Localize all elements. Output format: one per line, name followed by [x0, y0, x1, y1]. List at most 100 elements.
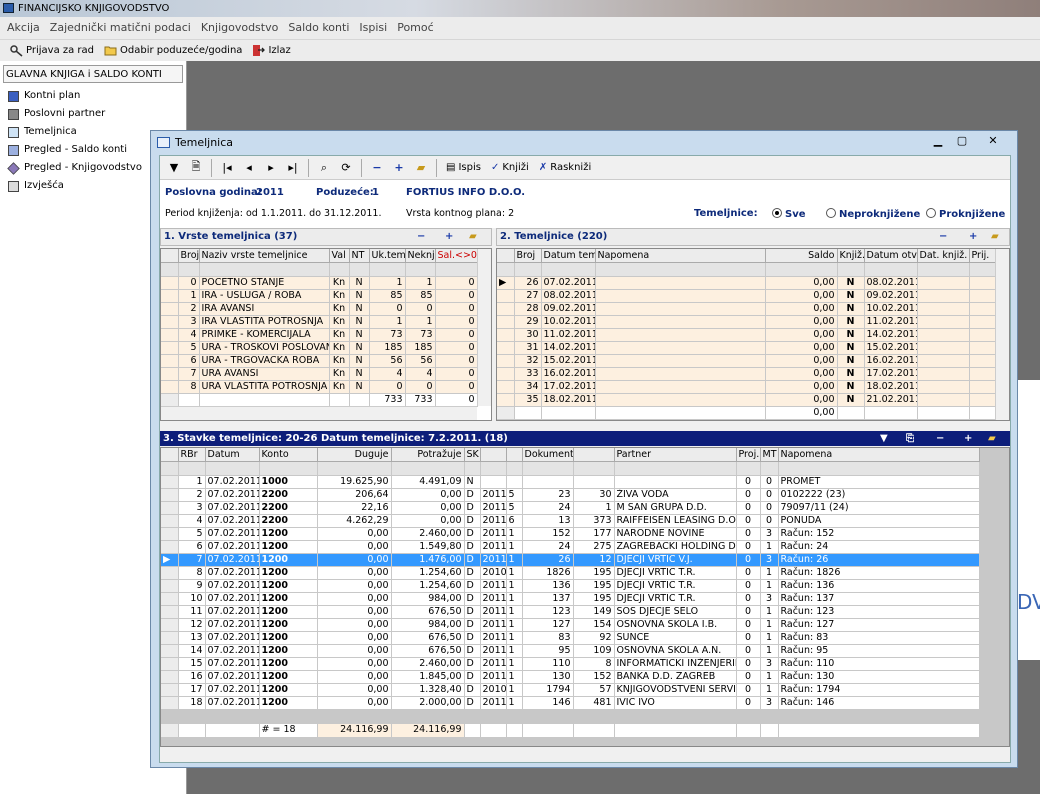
journals-vscroll[interactable]	[995, 249, 1009, 420]
col-header[interactable]: Datum otv.	[864, 249, 918, 263]
row-indicator[interactable]	[161, 488, 179, 502]
journals-row[interactable]: ▶2607.02.2011. 0,00N08.02.2011.	[497, 276, 996, 290]
row-indicator[interactable]	[161, 341, 179, 355]
col-header[interactable]: Neknj.	[405, 249, 436, 263]
filter-posted-radio[interactable]: Proknjižene	[926, 208, 1005, 220]
col-header[interactable]: Duguje	[317, 448, 392, 462]
dropdown-arrow-icon[interactable]: ▼	[164, 158, 184, 178]
col-header[interactable]: RBr	[178, 448, 206, 462]
row-indicator[interactable]	[497, 354, 515, 368]
types-delete-icon[interactable]: −	[417, 229, 425, 245]
types-row[interactable]: 4 PRIMKE - KOMERCIJALA Kn N 73 73 0	[161, 328, 478, 342]
maximize-button[interactable]: ▢	[951, 133, 973, 149]
col-header[interactable]: Broj	[178, 249, 200, 263]
first-record-icon[interactable]: |◂	[217, 158, 237, 178]
unpost-button[interactable]: ✗ Raskniži	[535, 158, 595, 178]
search-icon[interactable]: ⌕	[314, 158, 334, 178]
filter-unposted-radio[interactable]: Neproknjižene	[826, 208, 920, 220]
next-record-icon[interactable]: ▸	[261, 158, 281, 178]
journals-row[interactable]: 3215.02.2011. 0,00N16.02.2011.	[497, 354, 996, 368]
row-indicator[interactable]	[161, 592, 179, 606]
items-row[interactable]: 507.02.2011.12000,002.460,00D20111152177…	[161, 527, 980, 541]
items-delete-icon[interactable]: −	[936, 431, 944, 446]
col-header[interactable]: Datum tem.	[541, 249, 596, 263]
items-row[interactable]: 607.02.2011.12000,001.549,80D2011124275Z…	[161, 540, 980, 554]
row-indicator[interactable]: ▶	[497, 276, 515, 290]
menu-pomoc[interactable]: Pomoć	[397, 17, 433, 39]
types-row[interactable]: 7 URA AVANSI Kn N 4 4 0	[161, 367, 478, 381]
row-indicator[interactable]: ▶	[161, 553, 179, 567]
items-row[interactable]: 307.02.2011.220022,160,00D20115241M SAN …	[161, 501, 980, 515]
col-header[interactable]: Naziv vrste temeljnice	[199, 249, 330, 263]
types-row[interactable]: 1 IRA - USLUGA / ROBA Kn N 85 85 0	[161, 289, 478, 303]
select-company-button[interactable]: Odabir poduzeće/godina	[104, 44, 242, 57]
journals-delete-icon[interactable]: −	[939, 229, 947, 245]
add-icon[interactable]: +	[389, 158, 409, 178]
row-indicator[interactable]	[161, 579, 179, 593]
col-header[interactable]: Broj	[514, 249, 542, 263]
col-header[interactable]: Napomena	[595, 249, 766, 263]
row-indicator[interactable]	[161, 475, 179, 489]
row-indicator[interactable]	[161, 683, 179, 697]
col-header[interactable]: Konto	[259, 448, 318, 462]
row-indicator[interactable]	[161, 540, 179, 554]
row-indicator[interactable]	[161, 354, 179, 368]
row-indicator[interactable]	[161, 367, 179, 381]
items-row[interactable]: 1707.02.2011.12000,001.328,40D2010117945…	[161, 683, 980, 697]
items-dropdown-icon[interactable]: ▼	[880, 431, 888, 446]
row-indicator[interactable]	[497, 367, 515, 381]
col-header[interactable]: SK	[464, 448, 481, 462]
items-row[interactable]: 107.02.2011.100019.625,904.491,09N00PROM…	[161, 475, 980, 489]
row-indicator[interactable]	[161, 631, 179, 645]
menu-ispisi[interactable]: Ispisi	[359, 17, 387, 39]
col-header[interactable]: Dat. knjiž.	[917, 249, 970, 263]
print-preview-icon[interactable]: 🗎	[186, 158, 206, 178]
row-indicator[interactable]	[161, 644, 179, 658]
col-header[interactable]: Uk.tem.	[369, 249, 406, 263]
row-indicator[interactable]	[161, 289, 179, 303]
journals-add-icon[interactable]: +	[969, 229, 977, 245]
refresh-icon[interactable]: ⟳	[336, 158, 356, 178]
col-header[interactable]: Val	[329, 249, 350, 263]
minimize-button[interactable]: ▁	[927, 133, 949, 149]
col-header[interactable]: Prij.	[969, 249, 996, 263]
col-header[interactable]: MT	[760, 448, 779, 462]
items-row[interactable]: 207.02.2011.2200206,640,00D201152330ŽIVA…	[161, 488, 980, 502]
last-record-icon[interactable]: ▸|	[283, 158, 303, 178]
row-indicator[interactable]	[161, 276, 179, 290]
row-indicator[interactable]	[497, 393, 515, 407]
items-folder-icon[interactable]: ▰	[988, 431, 996, 446]
journals-row[interactable]: 3518.02.2011. 0,00N21.02.2011.	[497, 393, 996, 407]
journals-folder-icon[interactable]: ▰	[991, 229, 999, 245]
row-indicator[interactable]	[497, 341, 515, 355]
journals-row[interactable]: 2708.02.2011. 0,00N09.02.2011.	[497, 289, 996, 303]
items-row[interactable]: 1507.02.2011.12000,002.460,00D201111108I…	[161, 657, 980, 671]
col-header[interactable]: Datum	[205, 448, 260, 462]
col-header[interactable]	[573, 448, 615, 462]
items-row[interactable]: 1307.02.2011.12000,00676,50D201118392SUN…	[161, 631, 980, 645]
row-indicator[interactable]	[497, 315, 515, 329]
types-row[interactable]: 3 IRA VLASTITA POTROŠNJA Kn N 1 1 0	[161, 315, 478, 329]
types-row[interactable]: 5 URA - TROŠKOVI POSLOVANJA Kn N 185 185 0	[161, 341, 478, 355]
delete-icon[interactable]: −	[367, 158, 387, 178]
items-row[interactable]: 1007.02.2011.12000,00984,00D20111137195D…	[161, 592, 980, 606]
previous-record-icon[interactable]: ◂	[239, 158, 259, 178]
types-hscroll[interactable]	[161, 406, 477, 420]
row-indicator[interactable]	[161, 657, 179, 671]
row-indicator[interactable]	[161, 328, 179, 342]
row-indicator[interactable]	[161, 380, 179, 394]
row-indicator[interactable]	[161, 302, 179, 316]
sidebar-item-kontni-plan[interactable]: Kontni plan	[0, 87, 186, 105]
login-button[interactable]: Prijava za rad	[10, 44, 94, 57]
row-indicator[interactable]	[161, 670, 179, 684]
col-header[interactable]	[506, 448, 523, 462]
items-row[interactable]: 1207.02.2011.12000,00984,00D20111127154O…	[161, 618, 980, 632]
col-header[interactable]: Proj.	[736, 448, 761, 462]
close-button[interactable]: ✕	[975, 133, 1011, 149]
sidebar-item-poslovni-partner[interactable]: Poslovni partner	[0, 105, 186, 123]
types-row[interactable]: 0 POČETNO STANJE Kn N 1 1 0	[161, 276, 478, 290]
row-indicator[interactable]	[161, 514, 179, 528]
menu-saldo-konti[interactable]: Saldo konti	[288, 17, 349, 39]
journals-row[interactable]: 3114.02.2011. 0,00N15.02.2011.	[497, 341, 996, 355]
col-header[interactable]: Dokument	[522, 448, 574, 462]
